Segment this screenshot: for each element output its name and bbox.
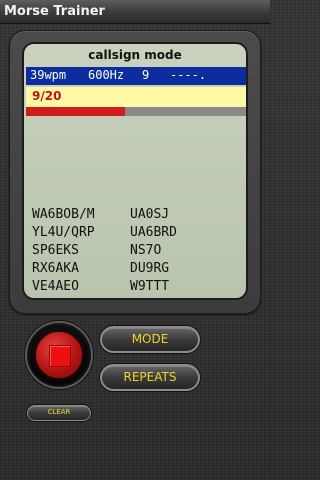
morse-readout: ----. — [170, 68, 207, 82]
callsign-item: YL4U/QRP — [32, 225, 95, 240]
callsign-item: DU9RG — [130, 261, 170, 276]
callsign-item: RX6AKA — [32, 261, 79, 276]
display-screen: callsign mode 39wpm 600Hz 9 ----. 9/20 W… — [22, 42, 248, 300]
callsign-item: VE4AEO — [32, 279, 79, 294]
callsign-item: UA0SJ — [130, 207, 170, 222]
callsign-row: RX6AKA DU9RG — [32, 261, 242, 279]
progress-counter-bar: 9/20 — [26, 87, 246, 107]
callsign-row: VE4AEO W9TTT — [32, 279, 242, 297]
callsign-row: SP6EKS NS7O — [32, 243, 242, 261]
callsign-row: WA6BOB/M UA0SJ — [32, 207, 242, 225]
tone-readout: 600Hz — [88, 68, 125, 82]
callsign-item: WA6BOB/M — [32, 207, 95, 222]
mode-label: callsign mode — [88, 48, 182, 62]
callsign-item: W9TTT — [130, 279, 170, 294]
record-stop-button[interactable] — [35, 331, 83, 379]
speed-readout: 39wpm — [30, 68, 67, 82]
callsign-item: SP6EKS — [32, 243, 79, 258]
stop-icon — [49, 345, 71, 367]
progress-fill — [26, 107, 125, 116]
callsign-row: YL4U/QRP UA6BRD — [32, 225, 242, 243]
callsign-item: UA6BRD — [130, 225, 177, 240]
title-bar: Morse Trainer — [0, 0, 270, 24]
record-button-ring — [25, 321, 93, 389]
mode-button[interactable]: MODE — [100, 326, 200, 353]
status-bar: 39wpm 600Hz 9 ----. — [26, 67, 246, 85]
progress-track — [26, 107, 246, 116]
clear-button[interactable]: CLEAR — [27, 405, 91, 421]
farnsworth-readout: 9 — [142, 68, 150, 82]
progress-counter: 9/20 — [32, 89, 62, 103]
callsign-list: WA6BOB/M UA0SJ YL4U/QRP UA6BRD SP6EKS NS… — [32, 207, 242, 297]
app-title: Morse Trainer — [4, 4, 105, 19]
repeats-button[interactable]: REPEATS — [100, 364, 200, 391]
callsign-item: NS7O — [130, 243, 162, 258]
